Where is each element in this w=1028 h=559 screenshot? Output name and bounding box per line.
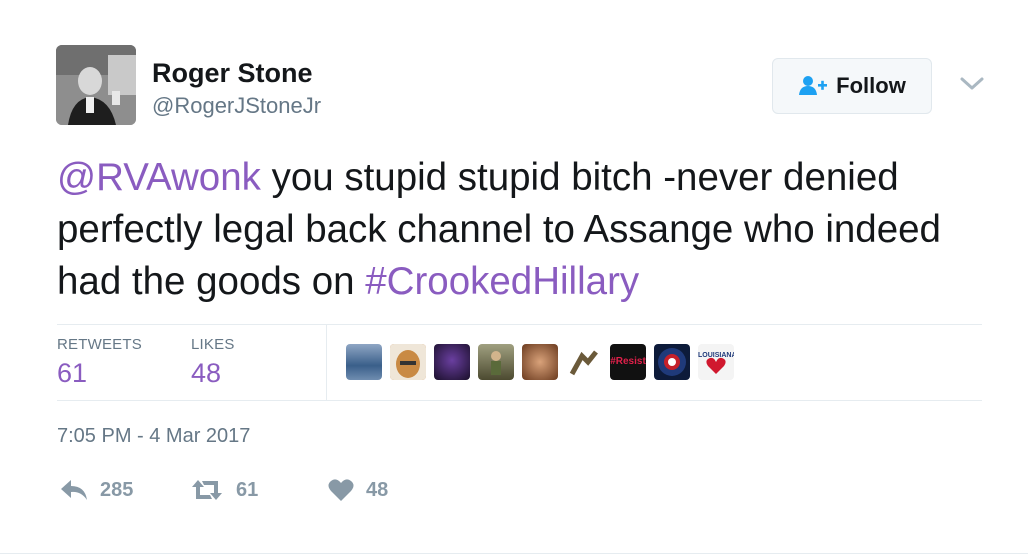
liker-avatar[interactable]	[654, 344, 690, 380]
reply-count: 285	[100, 478, 134, 501]
follow-label: Follow	[836, 73, 906, 98]
heart-icon	[328, 479, 354, 501]
follow-button[interactable]: Follow	[772, 58, 932, 114]
follow-user-icon	[798, 75, 828, 97]
tweet-timestamp[interactable]: 7:05 PM - 4 Mar 2017	[57, 425, 250, 448]
divider	[326, 324, 327, 400]
mention-link[interactable]: @RVAwonk	[57, 156, 261, 199]
retweet-button[interactable]: 61	[190, 478, 258, 502]
liker-avatar[interactable]: #Resist	[610, 344, 646, 380]
divider	[0, 553, 1028, 554]
user-handle[interactable]: @RogerJStoneJr	[152, 93, 321, 119]
likes-count[interactable]: 48	[191, 358, 221, 389]
retweets-label: RETWEETS	[57, 336, 142, 353]
divider	[57, 400, 982, 401]
liker-avatar[interactable]	[390, 344, 426, 380]
retweets-count[interactable]: 61	[57, 358, 87, 389]
hashtag-link[interactable]: #CrookedHillary	[365, 260, 639, 303]
liker-avatar[interactable]	[346, 344, 382, 380]
liker-avatar[interactable]	[478, 344, 514, 380]
liker-avatar[interactable]	[522, 344, 558, 380]
retweet-count: 61	[236, 478, 259, 501]
liker-avatar[interactable]	[434, 344, 470, 380]
resist-text: #Resist	[610, 356, 646, 367]
likes-label: LIKES	[191, 336, 235, 353]
liker-avatars: #Resist LOUISIANA	[346, 344, 742, 380]
divider	[57, 324, 982, 325]
liker-avatar[interactable]: LOUISIANA	[698, 344, 734, 380]
reply-icon	[61, 480, 87, 500]
like-button[interactable]: 48	[328, 478, 388, 502]
retweet-icon	[192, 480, 222, 500]
like-count: 48	[366, 478, 389, 501]
avatar[interactable]	[56, 45, 136, 125]
display-name[interactable]: Roger Stone	[152, 58, 313, 89]
liker-avatar[interactable]	[566, 344, 602, 380]
louisiana-text: LOUISIANA	[698, 352, 734, 359]
tweet-text: @RVAwonk you stupid stupid bitch -never …	[57, 152, 997, 308]
chevron-down-icon[interactable]	[958, 74, 986, 94]
reply-button[interactable]: 285	[60, 478, 133, 502]
